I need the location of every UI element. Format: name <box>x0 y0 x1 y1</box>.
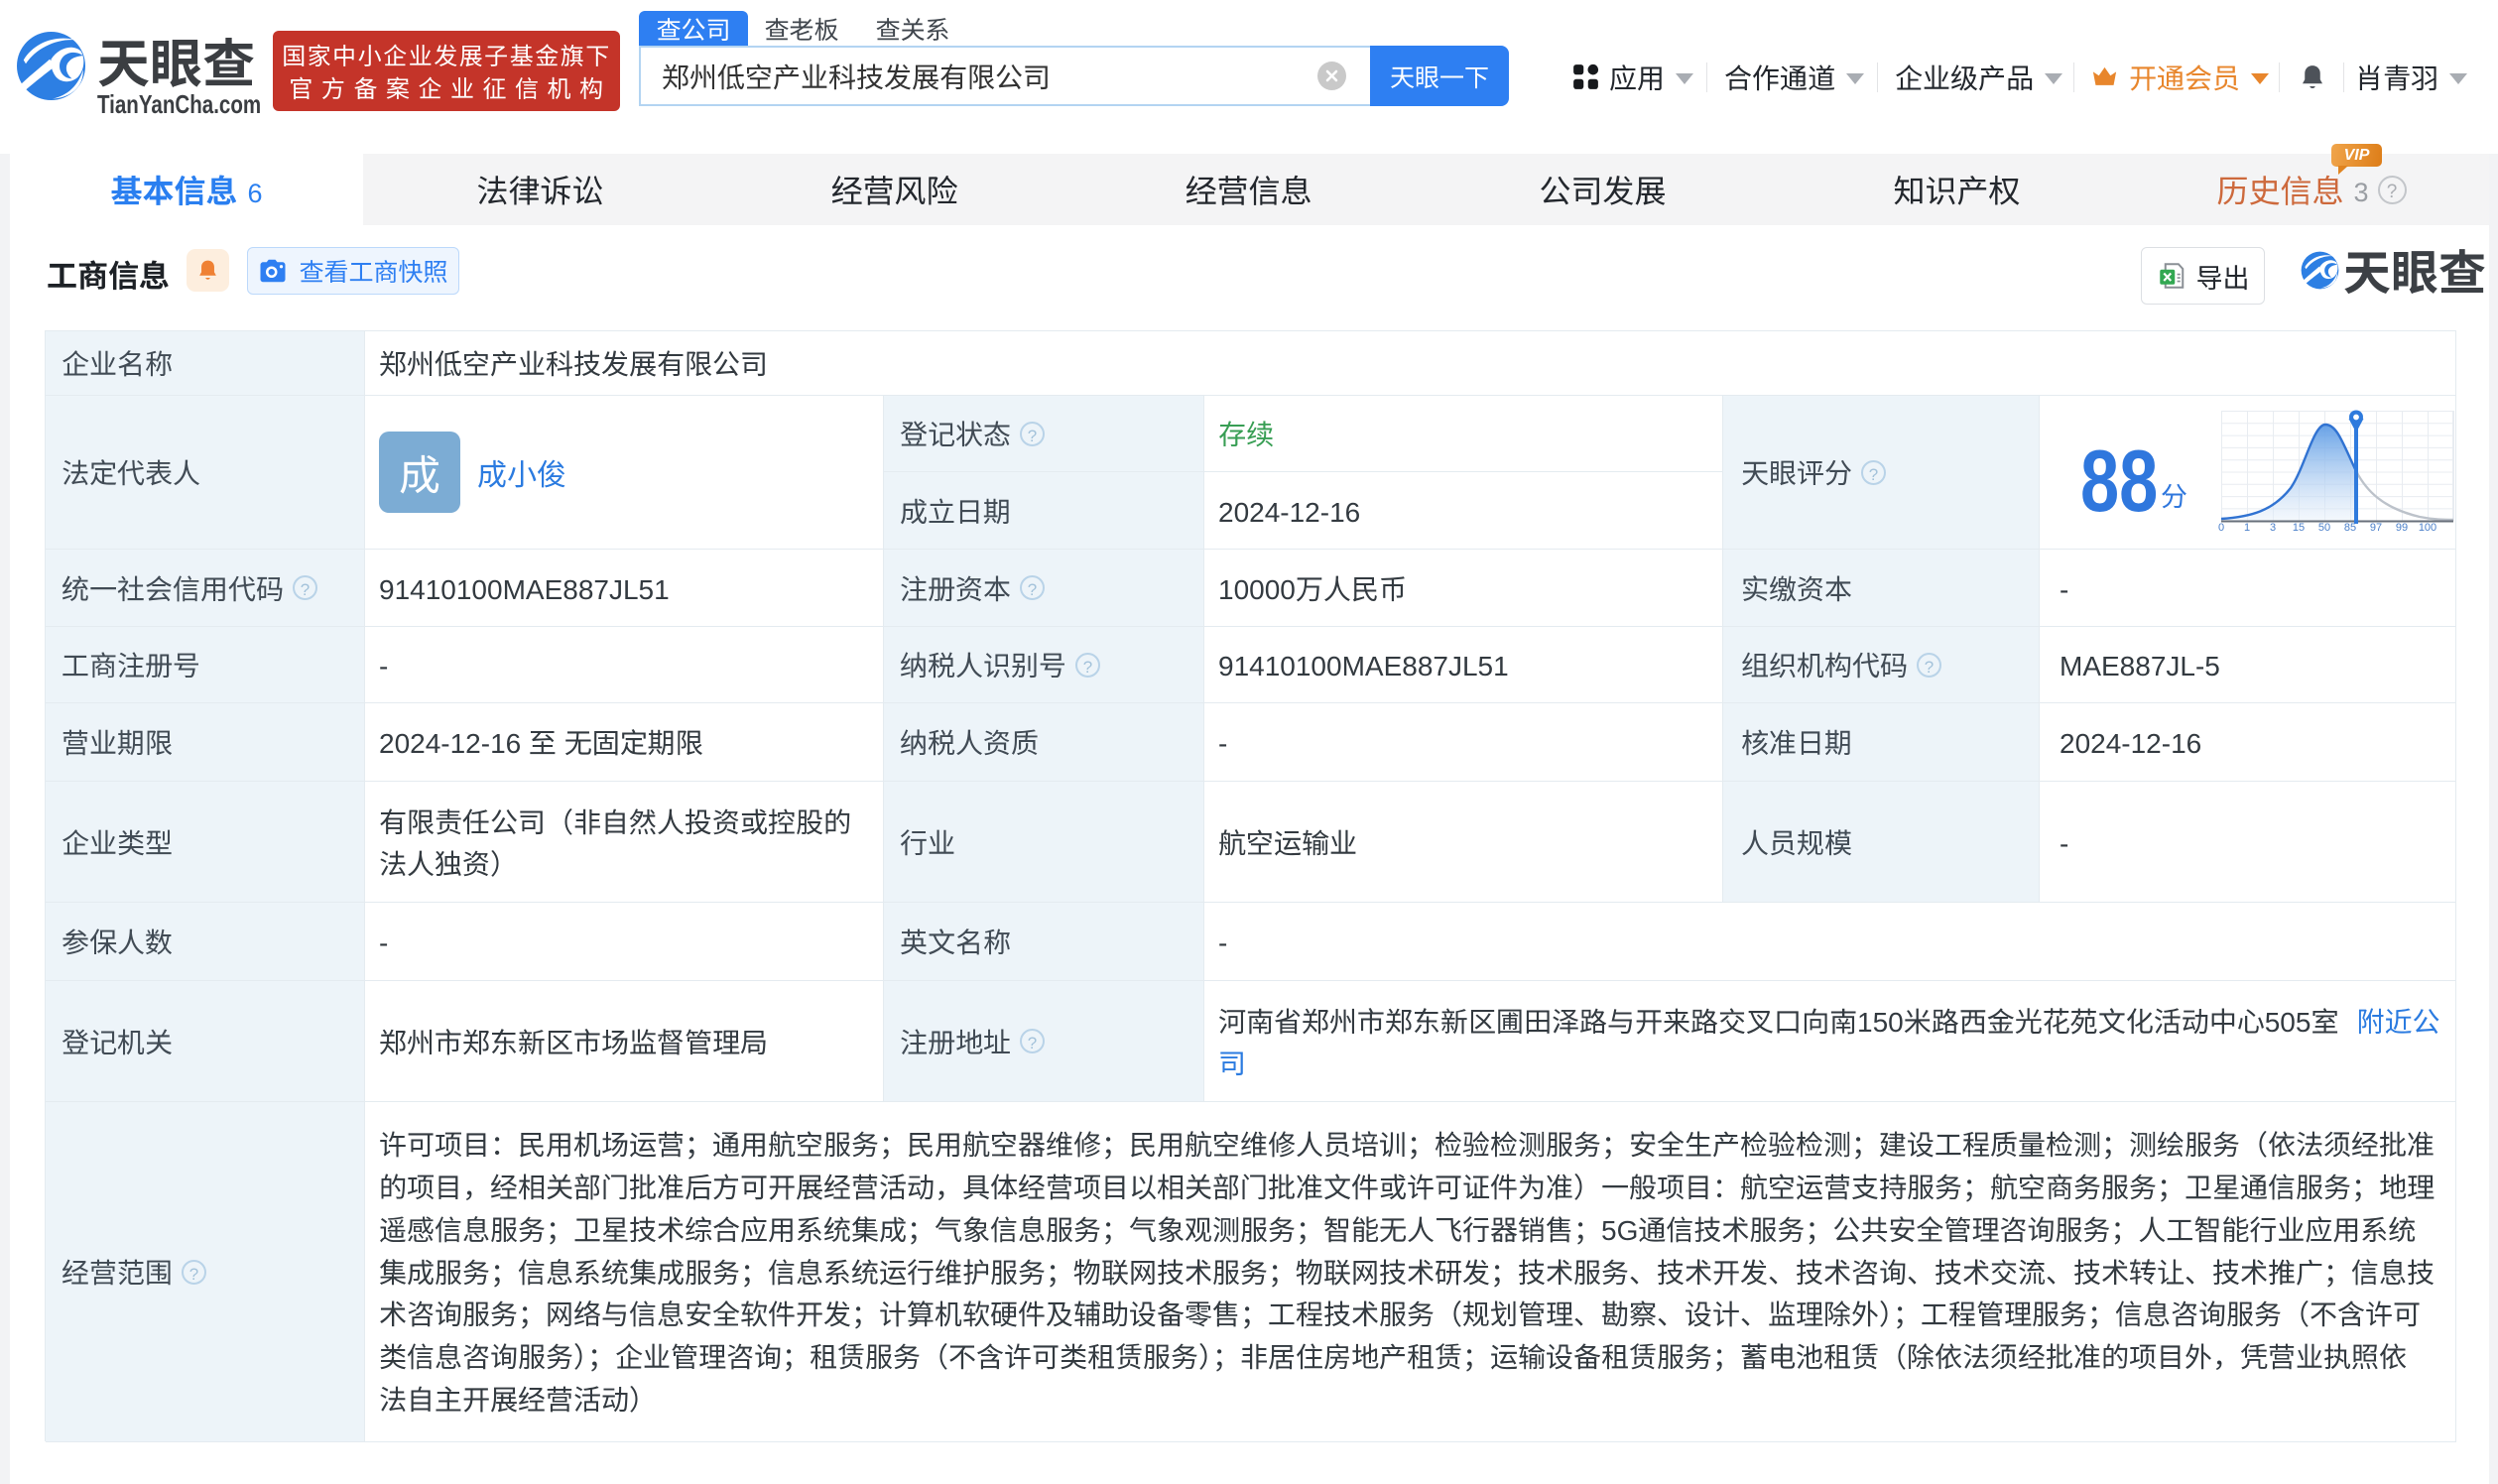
svg-text:99: 99 <box>2396 522 2408 534</box>
svg-text:3: 3 <box>2270 522 2276 534</box>
svg-text:97: 97 <box>2370 522 2382 534</box>
svg-text:50: 50 <box>2318 522 2330 534</box>
svg-text:0: 0 <box>2218 522 2224 534</box>
svg-text:15: 15 <box>2293 522 2305 534</box>
svg-text:100: 100 <box>2419 522 2436 534</box>
svg-text:1: 1 <box>2244 522 2250 534</box>
svg-text:85: 85 <box>2344 522 2356 534</box>
